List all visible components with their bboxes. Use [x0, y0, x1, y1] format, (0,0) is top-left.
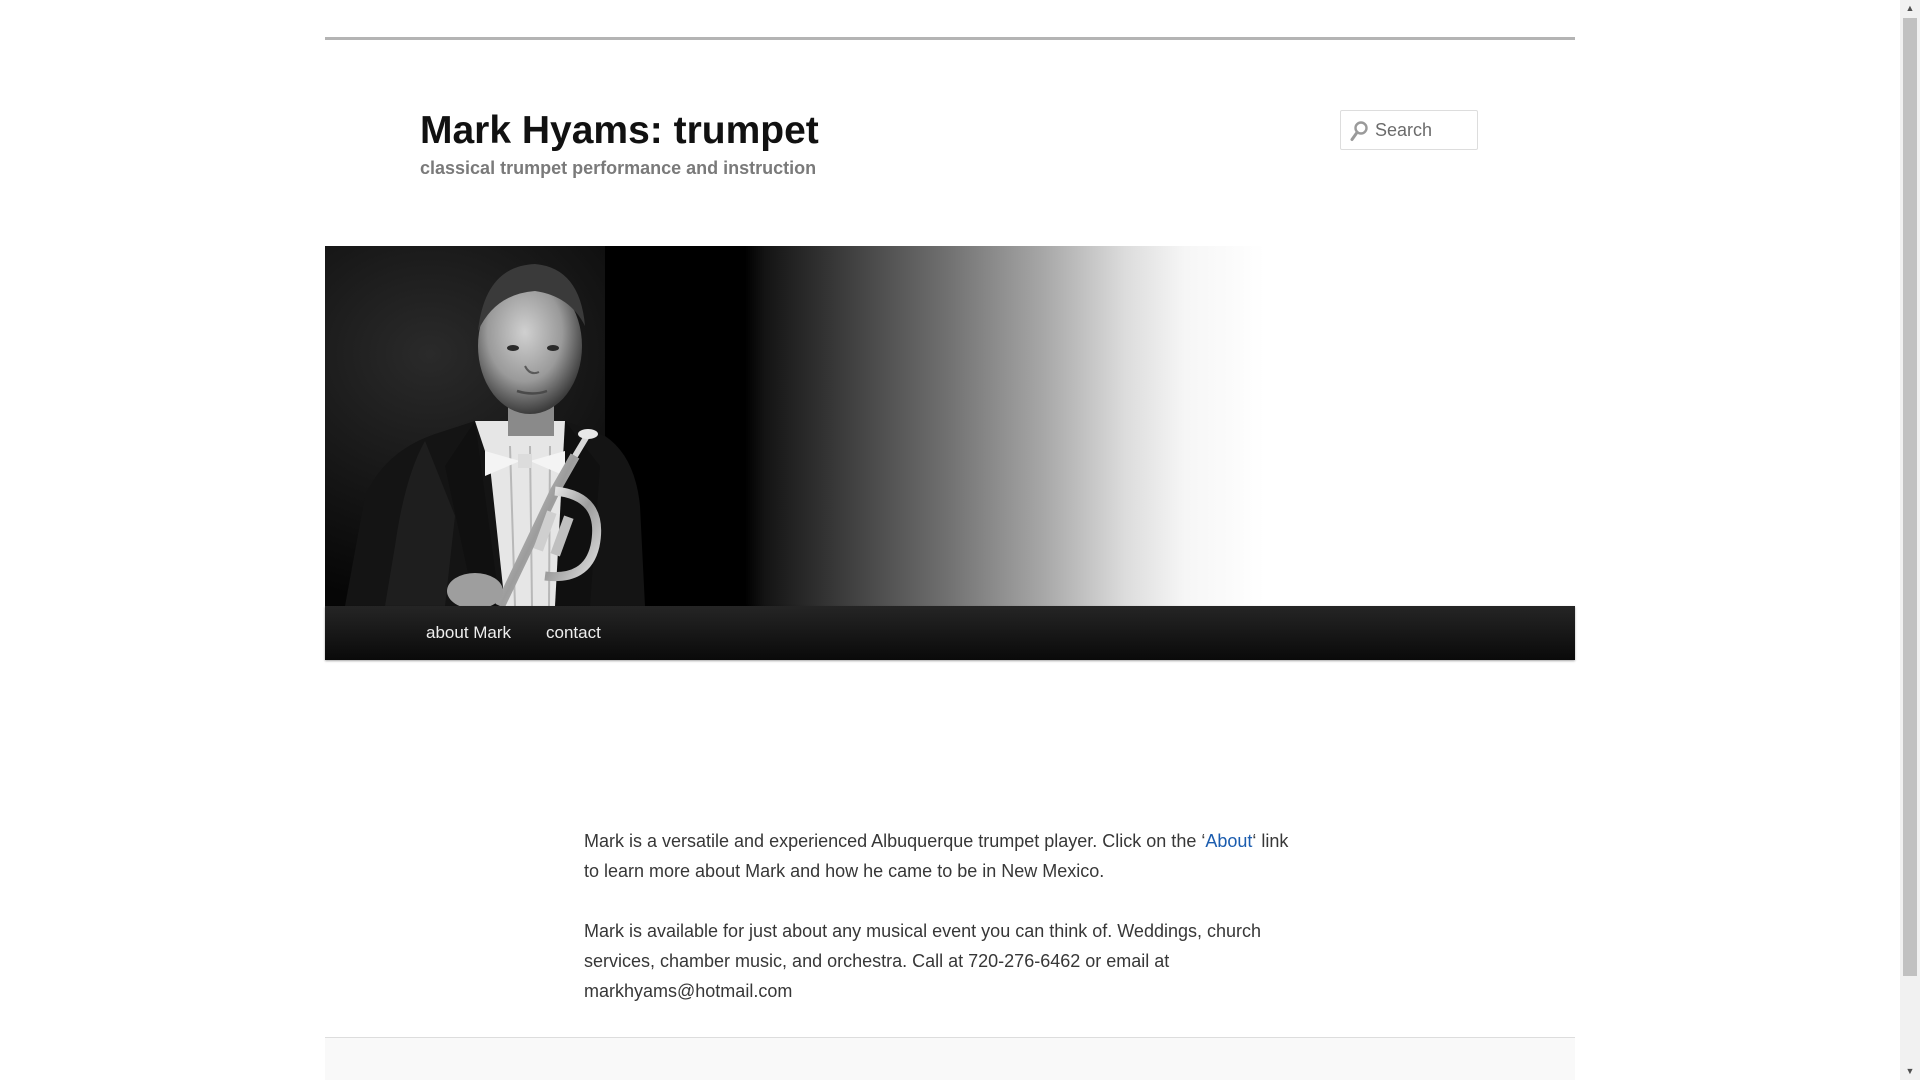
nav-item-contact[interactable]: contact: [546, 606, 601, 660]
site-title[interactable]: Mark Hyams: trumpet: [420, 106, 819, 156]
site-tagline: classical trumpet performance and instru…: [420, 158, 817, 178]
browser-viewport: Mark Hyams: trumpet classical trumpet pe…: [0, 0, 1920, 1080]
search-icon: [1350, 121, 1368, 141]
page: Mark Hyams: trumpet classical trumpet pe…: [325, 0, 1575, 1080]
top-rule: [325, 37, 1575, 40]
intro-text-start: Mark is a versatile and experienced Albu…: [584, 831, 1206, 851]
main-navigation: about Mark contact: [325, 606, 1575, 660]
entry-content: Mark is a versatile and experienced Albu…: [584, 826, 1304, 1036]
header-image[interactable]: [325, 246, 1575, 606]
scroll-up-arrow-icon[interactable]: ▲: [1900, 0, 1920, 17]
footer-area: [325, 1037, 1575, 1080]
about-link[interactable]: About: [1205, 831, 1252, 851]
search-form[interactable]: [1340, 110, 1478, 150]
nav-item-about-mark[interactable]: about Mark: [426, 606, 511, 660]
scrollbar-thumb[interactable]: [1903, 18, 1917, 976]
trumpet-player-portrait: [325, 246, 745, 606]
availability-line-3: markhyams@hotmail.com: [584, 981, 793, 1001]
availability-line-1: Mark is available for just about any mus…: [584, 921, 1262, 941]
search-input[interactable]: [1375, 111, 1475, 149]
intro-paragraph: Mark is a versatile and experienced Albu…: [584, 826, 1304, 886]
availability-line-2: services, chamber music, and orchestra. …: [584, 951, 1170, 971]
scroll-down-arrow-icon[interactable]: ▼: [1900, 1063, 1920, 1080]
availability-paragraph: Mark is available for just about any mus…: [584, 916, 1304, 1006]
